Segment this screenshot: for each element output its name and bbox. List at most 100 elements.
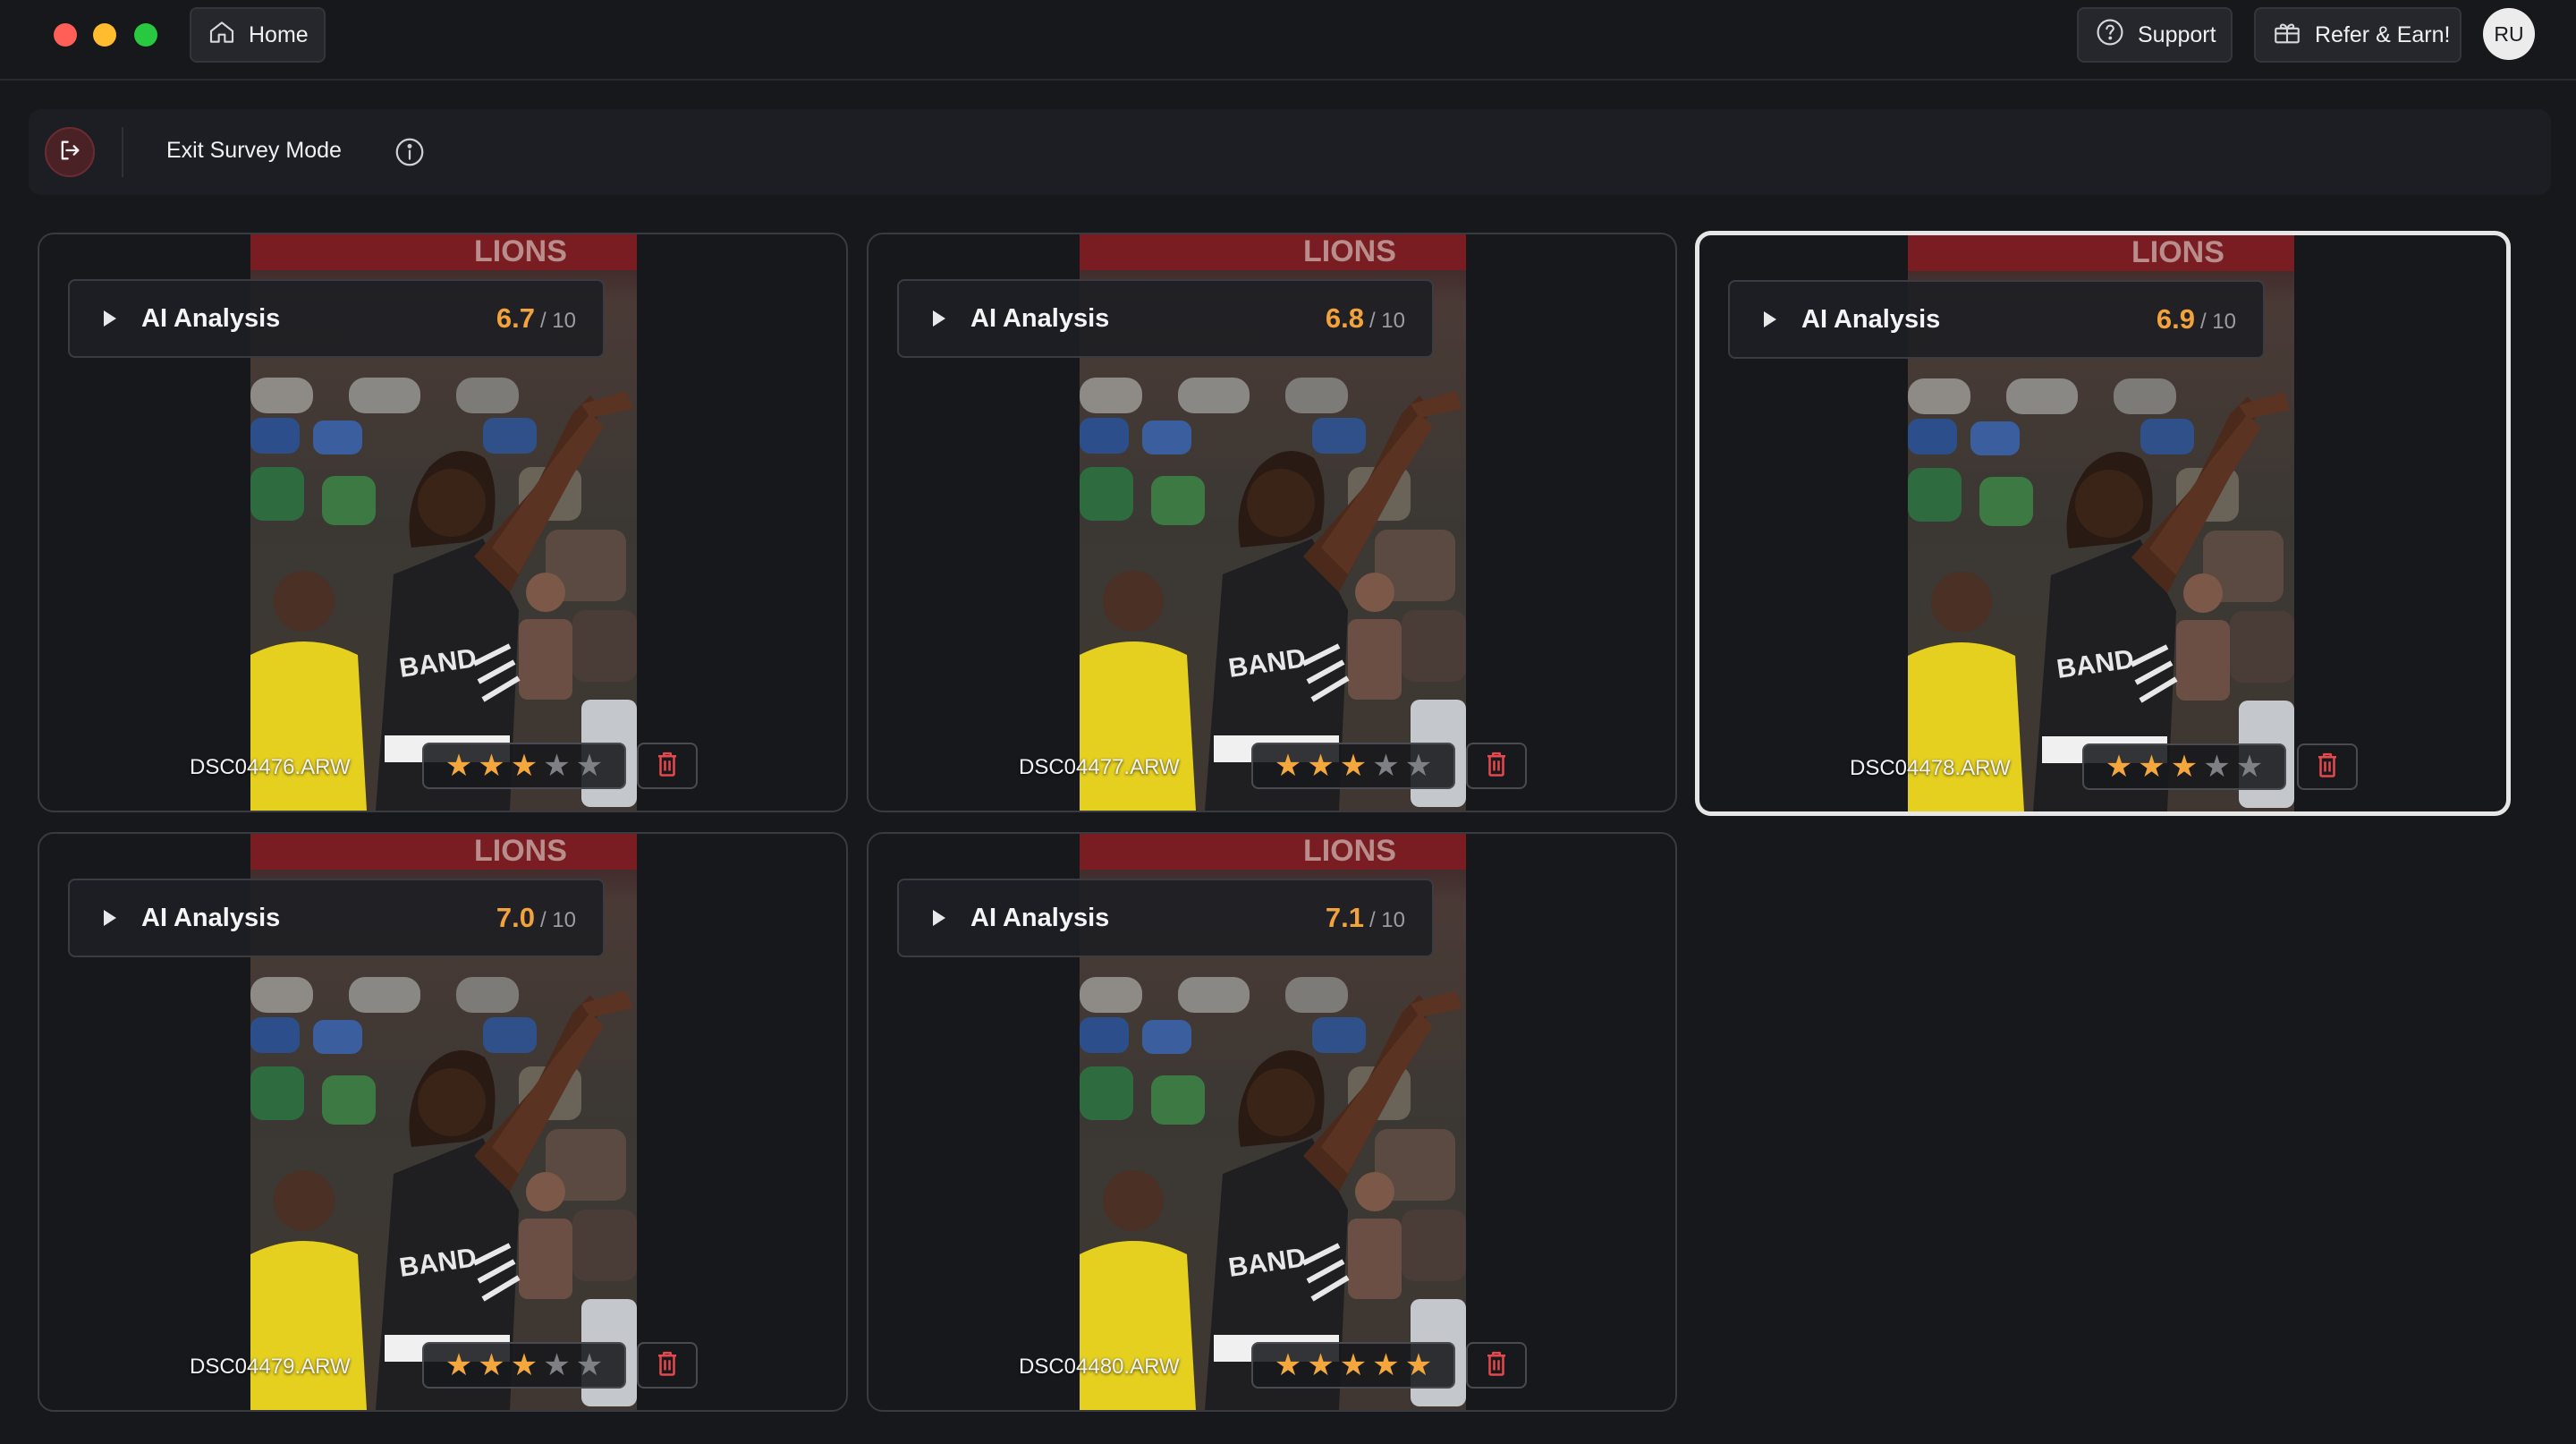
star-icon[interactable]: ★	[2106, 752, 2132, 782]
svg-text:LIONS: LIONS	[2131, 235, 2224, 269]
survey-toolbar: Exit Survey Mode	[29, 109, 2551, 195]
star-rating[interactable]: ★ ★ ★ ★ ★	[422, 743, 626, 789]
ai-analysis-panel[interactable]: AI Analysis 6.7 / 10	[68, 279, 605, 358]
score-value: 6.8	[1325, 302, 1364, 334]
star-icon[interactable]: ★	[445, 751, 472, 781]
star-icon[interactable]: ★	[478, 751, 504, 781]
star-icon[interactable]: ★	[511, 751, 538, 781]
star-rating[interactable]: ★ ★ ★ ★ ★	[1251, 743, 1455, 789]
filename-label: DSC04478.ARW	[1850, 756, 2011, 780]
title-bar: Home Support Refer & Earn! RU	[0, 0, 2576, 81]
delete-button[interactable]	[637, 1342, 698, 1389]
star-icon[interactable]: ★	[1307, 751, 1334, 781]
ai-analysis-panel[interactable]: AI Analysis 6.8 / 10	[897, 279, 1434, 358]
exit-icon	[57, 138, 82, 167]
photo-card-3[interactable]: LIONS BAND AI Analysis 6.9 / 10 DSC04478…	[1695, 231, 2511, 816]
delete-button[interactable]	[2297, 743, 2358, 790]
star-icon[interactable]: ★	[1275, 751, 1301, 781]
help-circle-icon	[2095, 17, 2125, 54]
info-icon[interactable]	[394, 136, 426, 168]
photo-card-4[interactable]: LIONS BAND AI Analysis 7.0 / 10 DSC04479…	[38, 832, 848, 1412]
refer-earn-button[interactable]: Refer & Earn!	[2254, 7, 2462, 63]
star-icon[interactable]: ★	[2203, 752, 2230, 782]
score-value: 6.9	[2156, 303, 2195, 335]
ai-analysis-label: AI Analysis	[1801, 304, 1941, 334]
score-out-of: / 10	[539, 309, 576, 333]
exit-survey-mode-button[interactable]: Exit Survey Mode	[166, 138, 342, 164]
ai-analysis-label: AI Analysis	[141, 303, 281, 333]
trash-icon	[2316, 752, 2339, 783]
ai-analysis-panel[interactable]: AI Analysis 7.1 / 10	[897, 879, 1434, 957]
window-close-button[interactable]	[54, 23, 77, 47]
svg-text:LIONS: LIONS	[1303, 834, 1396, 868]
star-icon[interactable]: ★	[1275, 1350, 1301, 1380]
avatar[interactable]: RU	[2483, 8, 2535, 60]
svg-text:LIONS: LIONS	[474, 834, 567, 868]
ai-score: 7.0 / 10	[496, 902, 576, 934]
trash-icon	[656, 1350, 679, 1381]
star-icon[interactable]: ★	[1372, 751, 1399, 781]
toolbar-divider	[122, 127, 123, 177]
support-button[interactable]: Support	[2077, 7, 2233, 63]
filename-label: DSC04479.ARW	[190, 1355, 351, 1379]
trash-icon	[656, 751, 679, 782]
star-icon[interactable]: ★	[576, 1350, 603, 1380]
score-out-of: / 10	[1368, 309, 1405, 333]
ai-analysis-panel[interactable]: AI Analysis 7.0 / 10	[68, 879, 605, 957]
photo-card-5[interactable]: LIONS BAND AI Analysis 7.1 / 10 DSC04480…	[867, 832, 1677, 1412]
trash-icon	[1485, 1350, 1508, 1381]
star-icon[interactable]: ★	[543, 751, 570, 781]
delete-button[interactable]	[1466, 1342, 1527, 1389]
star-icon[interactable]: ★	[1405, 751, 1432, 781]
trash-icon	[1485, 751, 1508, 782]
ai-analysis-panel[interactable]: AI Analysis 6.9 / 10	[1728, 280, 2265, 359]
svg-text:LIONS: LIONS	[474, 234, 567, 268]
home-label: Home	[249, 21, 309, 47]
gift-icon	[2272, 17, 2302, 54]
star-icon[interactable]: ★	[543, 1350, 570, 1380]
star-icon[interactable]: ★	[1307, 1350, 1334, 1380]
star-icon[interactable]: ★	[478, 1350, 504, 1380]
delete-button[interactable]	[1466, 743, 1527, 789]
photo-card-1[interactable]: LIONS BAND AI Analysis 6.7 / 10 DSC04476…	[38, 233, 848, 812]
svg-text:LIONS: LIONS	[1303, 234, 1396, 268]
star-icon[interactable]: ★	[2171, 752, 2198, 782]
delete-button[interactable]	[637, 743, 698, 789]
ai-score: 6.9 / 10	[2157, 303, 2236, 336]
window-minimize-button[interactable]	[93, 23, 116, 47]
window-maximize-button[interactable]	[134, 23, 157, 47]
filename-label: DSC04477.ARW	[1019, 755, 1180, 779]
score-out-of: / 10	[1368, 908, 1405, 932]
star-icon[interactable]: ★	[1372, 1350, 1399, 1380]
ai-score: 7.1 / 10	[1326, 902, 1405, 934]
filename-label: DSC04476.ARW	[190, 755, 351, 779]
play-icon	[933, 910, 945, 926]
star-icon[interactable]: ★	[2138, 752, 2165, 782]
star-rating[interactable]: ★ ★ ★ ★ ★	[422, 1342, 626, 1389]
star-icon[interactable]: ★	[511, 1350, 538, 1380]
star-icon[interactable]: ★	[2236, 752, 2263, 782]
star-rating[interactable]: ★ ★ ★ ★ ★	[1251, 1342, 1455, 1389]
ai-analysis-label: AI Analysis	[970, 903, 1110, 932]
support-label: Support	[2138, 21, 2216, 47]
play-icon	[933, 310, 945, 327]
star-icon[interactable]: ★	[1340, 1350, 1367, 1380]
star-icon[interactable]: ★	[576, 751, 603, 781]
score-out-of: / 10	[2199, 310, 2236, 334]
filename-label: DSC04480.ARW	[1019, 1355, 1180, 1379]
score-value: 6.7	[496, 302, 535, 334]
star-icon[interactable]: ★	[445, 1350, 472, 1380]
ai-score: 6.7 / 10	[496, 302, 576, 335]
home-icon	[208, 18, 236, 53]
home-button[interactable]: Home	[190, 7, 326, 63]
star-rating[interactable]: ★ ★ ★ ★ ★	[2082, 743, 2286, 790]
photo-card-2[interactable]: LIONS BAND AI Analysis 6.8 / 10 DSC04477…	[867, 233, 1677, 812]
exit-survey-icon-button[interactable]	[45, 127, 95, 177]
star-icon[interactable]: ★	[1340, 751, 1367, 781]
play-icon	[104, 910, 116, 926]
play-icon	[1764, 311, 1776, 327]
ai-analysis-label: AI Analysis	[970, 303, 1110, 333]
score-out-of: / 10	[539, 908, 576, 932]
ai-analysis-label: AI Analysis	[141, 903, 281, 932]
star-icon[interactable]: ★	[1405, 1350, 1432, 1380]
